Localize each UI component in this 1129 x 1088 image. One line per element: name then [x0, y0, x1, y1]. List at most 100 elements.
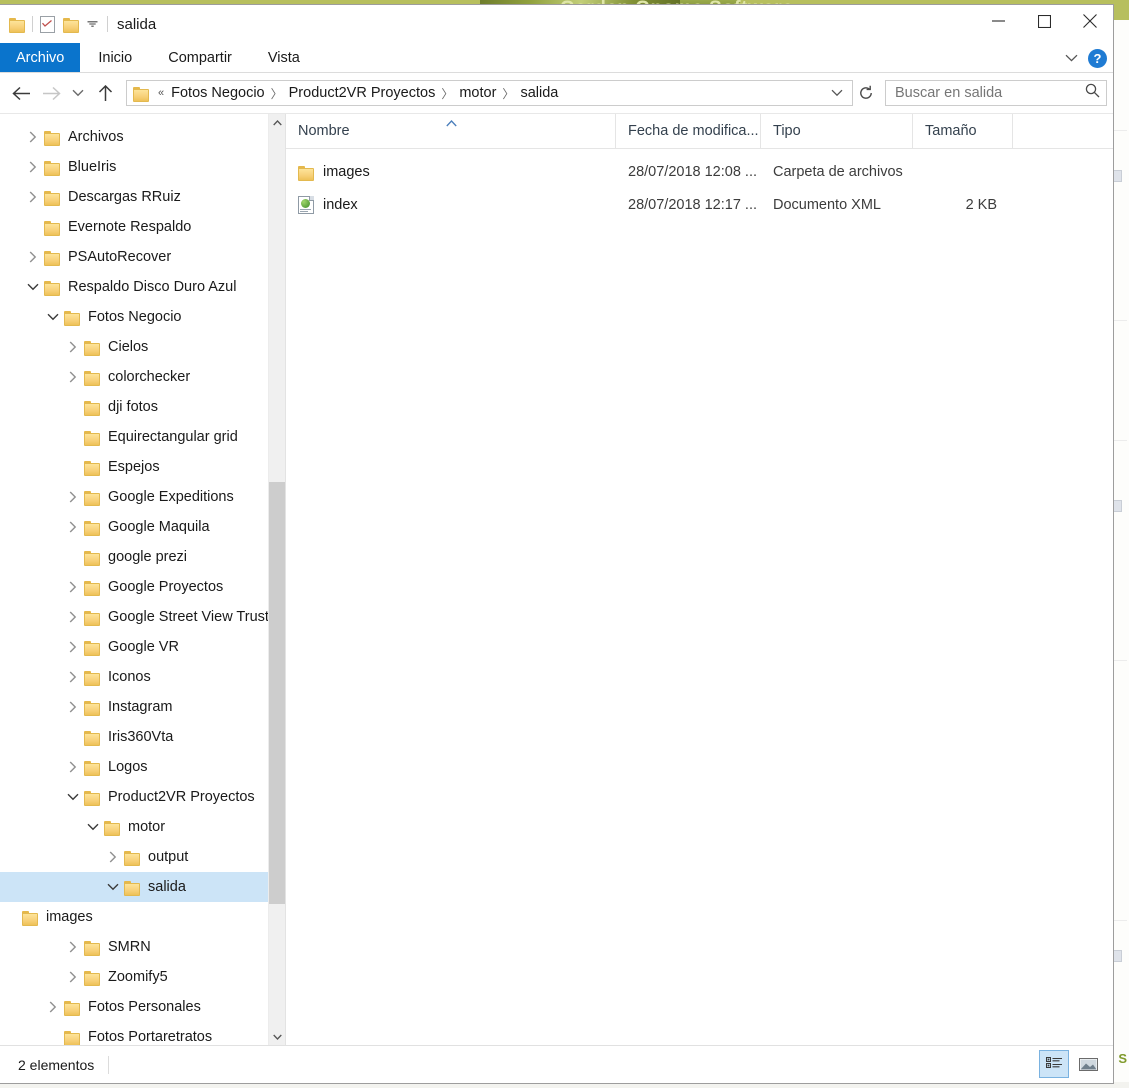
forward-button[interactable]	[36, 78, 66, 108]
sidebar-item-blueiris[interactable]: BlueIris	[0, 152, 285, 182]
chevron-right-icon[interactable]	[62, 491, 84, 503]
breadcrumb-item-3[interactable]: salida	[516, 85, 562, 101]
chevron-down-icon[interactable]	[82, 823, 104, 831]
chevron-right-icon[interactable]	[62, 581, 84, 593]
sidebar-item-output[interactable]: output	[0, 842, 285, 872]
sidebar-item-fotos-negocio[interactable]: Fotos Negocio	[0, 302, 285, 332]
tree-scrollbar[interactable]	[268, 114, 285, 1045]
sidebar-item-colorchecker[interactable]: colorchecker	[0, 362, 285, 392]
breadcrumb-separator-icon[interactable]: 〉	[439, 85, 455, 102]
properties-icon[interactable]	[40, 15, 55, 33]
search-icon[interactable]	[1085, 83, 1100, 103]
file-list-pane: Nombre Fecha de modifica... Tipo Tamaño …	[286, 113, 1113, 1045]
search-box[interactable]	[885, 80, 1107, 106]
chevron-down-icon[interactable]	[84, 16, 100, 32]
sidebar-item-google-street-view-trusted[interactable]: Google Street View Trusted	[0, 602, 285, 632]
chevron-right-icon[interactable]	[102, 851, 124, 863]
large-icons-view-button[interactable]	[1073, 1050, 1103, 1078]
sidebar-item-google-vr[interactable]: Google VR	[0, 632, 285, 662]
sidebar-item-cielos[interactable]: Cielos	[0, 332, 285, 362]
column-header-nombre[interactable]: Nombre	[286, 113, 616, 149]
chevron-right-icon[interactable]	[62, 641, 84, 653]
up-button[interactable]	[90, 78, 120, 108]
sidebar-item-google-proyectos[interactable]: Google Proyectos	[0, 572, 285, 602]
breadcrumb-separator-icon[interactable]: 〉	[500, 85, 516, 102]
new-folder-icon[interactable]	[63, 17, 79, 33]
chevron-down-icon[interactable]	[62, 793, 84, 801]
refresh-button[interactable]	[853, 80, 879, 106]
sidebar-item-google-prezi[interactable]: google prezi	[0, 542, 285, 572]
chevron-right-icon[interactable]	[62, 701, 84, 713]
chevron-right-icon[interactable]	[62, 971, 84, 983]
sidebar-item-fotos-personales[interactable]: Fotos Personales	[0, 992, 285, 1022]
chevron-right-icon[interactable]	[22, 191, 44, 203]
sidebar-item-evernote-respaldo[interactable]: Evernote Respaldo	[0, 212, 285, 242]
sidebar-item-logos[interactable]: Logos	[0, 752, 285, 782]
back-button[interactable]	[6, 78, 36, 108]
sidebar-item-motor[interactable]: motor	[0, 812, 285, 842]
sidebar-item-google-maquila[interactable]: Google Maquila	[0, 512, 285, 542]
chevron-right-icon[interactable]	[62, 761, 84, 773]
sidebar-item-images[interactable]: images	[0, 902, 285, 932]
column-header-tipo[interactable]: Tipo	[761, 113, 913, 149]
tab-archivo[interactable]: Archivo	[0, 43, 81, 72]
chevron-down-icon[interactable]	[42, 313, 64, 321]
sidebar-item-psautorecover[interactable]: PSAutoRecover	[0, 242, 285, 272]
tab-compartir[interactable]: Compartir	[150, 43, 250, 72]
maximize-button[interactable]	[1021, 5, 1067, 37]
sidebar-item-descargas-rruiz[interactable]: Descargas RRuiz	[0, 182, 285, 212]
breadcrumb-item-0[interactable]: Fotos Negocio	[167, 85, 269, 101]
minimize-button[interactable]	[975, 5, 1021, 37]
sidebar-item-smrn[interactable]: SMRN	[0, 932, 285, 962]
sidebar-item-label: Iconos	[108, 669, 151, 685]
table-row[interactable]: images 28/07/2018 12:08 ... Carpeta de arc…	[286, 155, 1113, 188]
chevron-right-icon[interactable]	[62, 341, 84, 353]
column-header-tamano[interactable]: Tamaño	[913, 113, 1013, 149]
sidebar-item-zoomify5[interactable]: Zoomify5	[0, 962, 285, 992]
chevron-right-icon[interactable]	[22, 251, 44, 263]
scrollbar-thumb[interactable]	[269, 482, 285, 904]
tab-vista[interactable]: Vista	[250, 43, 318, 72]
sidebar-item-archivos[interactable]: Archivos	[0, 122, 285, 152]
sidebar-item-product2vr-proyectos[interactable]: Product2VR Proyectos	[0, 782, 285, 812]
chevron-right-icon[interactable]	[62, 371, 84, 383]
breadcrumb-separator-icon[interactable]: 〉	[269, 85, 285, 102]
sidebar-item-respaldo-disco-duro-azul[interactable]: Respaldo Disco Duro Azul	[0, 272, 285, 302]
close-button[interactable]	[1067, 5, 1113, 37]
sidebar-item-espejos[interactable]: Espejos	[0, 452, 285, 482]
chevron-down-icon[interactable]	[102, 883, 124, 891]
scroll-down-icon[interactable]	[269, 1028, 285, 1045]
breadcrumb-item-2[interactable]: motor	[455, 85, 500, 101]
chevron-down-icon[interactable]	[22, 283, 44, 291]
recent-locations-button[interactable]	[66, 78, 90, 108]
sidebar-item-dji-fotos[interactable]: dji fotos	[0, 392, 285, 422]
chevron-right-icon[interactable]	[42, 1001, 64, 1013]
sidebar-item-instagram[interactable]: Instagram	[0, 692, 285, 722]
help-icon[interactable]: ?	[1088, 48, 1107, 68]
sidebar-item-salida[interactable]: salida	[0, 872, 285, 902]
ribbon-expand-chevron-icon[interactable]	[1065, 49, 1078, 67]
sidebar-item-iris360vta[interactable]: Iris360Vta	[0, 722, 285, 752]
chevron-right-icon[interactable]	[62, 941, 84, 953]
chevron-right-icon[interactable]	[62, 671, 84, 683]
tab-inicio[interactable]: Inicio	[80, 43, 150, 72]
breadcrumb-overflow[interactable]: «	[155, 87, 167, 99]
chevron-right-icon[interactable]	[62, 611, 84, 623]
chevron-right-icon[interactable]	[22, 131, 44, 143]
folder-icon[interactable]	[9, 17, 25, 33]
chevron-right-icon[interactable]	[22, 161, 44, 173]
address-bar[interactable]: « Fotos Negocio 〉 Product2VR Proyectos 〉…	[126, 80, 853, 106]
sidebar-item-fotos-portaretratos[interactable]: Fotos Portaretratos	[0, 1022, 285, 1045]
address-dropdown-icon[interactable]	[826, 89, 848, 97]
search-input[interactable]	[895, 85, 1085, 101]
sidebar-item-label: Product2VR Proyectos	[108, 789, 255, 805]
sidebar-item-iconos[interactable]: Iconos	[0, 662, 285, 692]
sidebar-item-equirectangular-grid[interactable]: Equirectangular grid	[0, 422, 285, 452]
details-view-button[interactable]	[1039, 1050, 1069, 1078]
scroll-up-icon[interactable]	[269, 114, 285, 131]
breadcrumb-item-1[interactable]: Product2VR Proyectos	[285, 85, 440, 101]
chevron-right-icon[interactable]	[62, 521, 84, 533]
sidebar-item-google-expeditions[interactable]: Google Expeditions	[0, 482, 285, 512]
column-header-fecha[interactable]: Fecha de modifica...	[616, 113, 761, 149]
table-row[interactable]: index 28/07/2018 12:17 ... Documento XML 2 …	[286, 188, 1113, 221]
